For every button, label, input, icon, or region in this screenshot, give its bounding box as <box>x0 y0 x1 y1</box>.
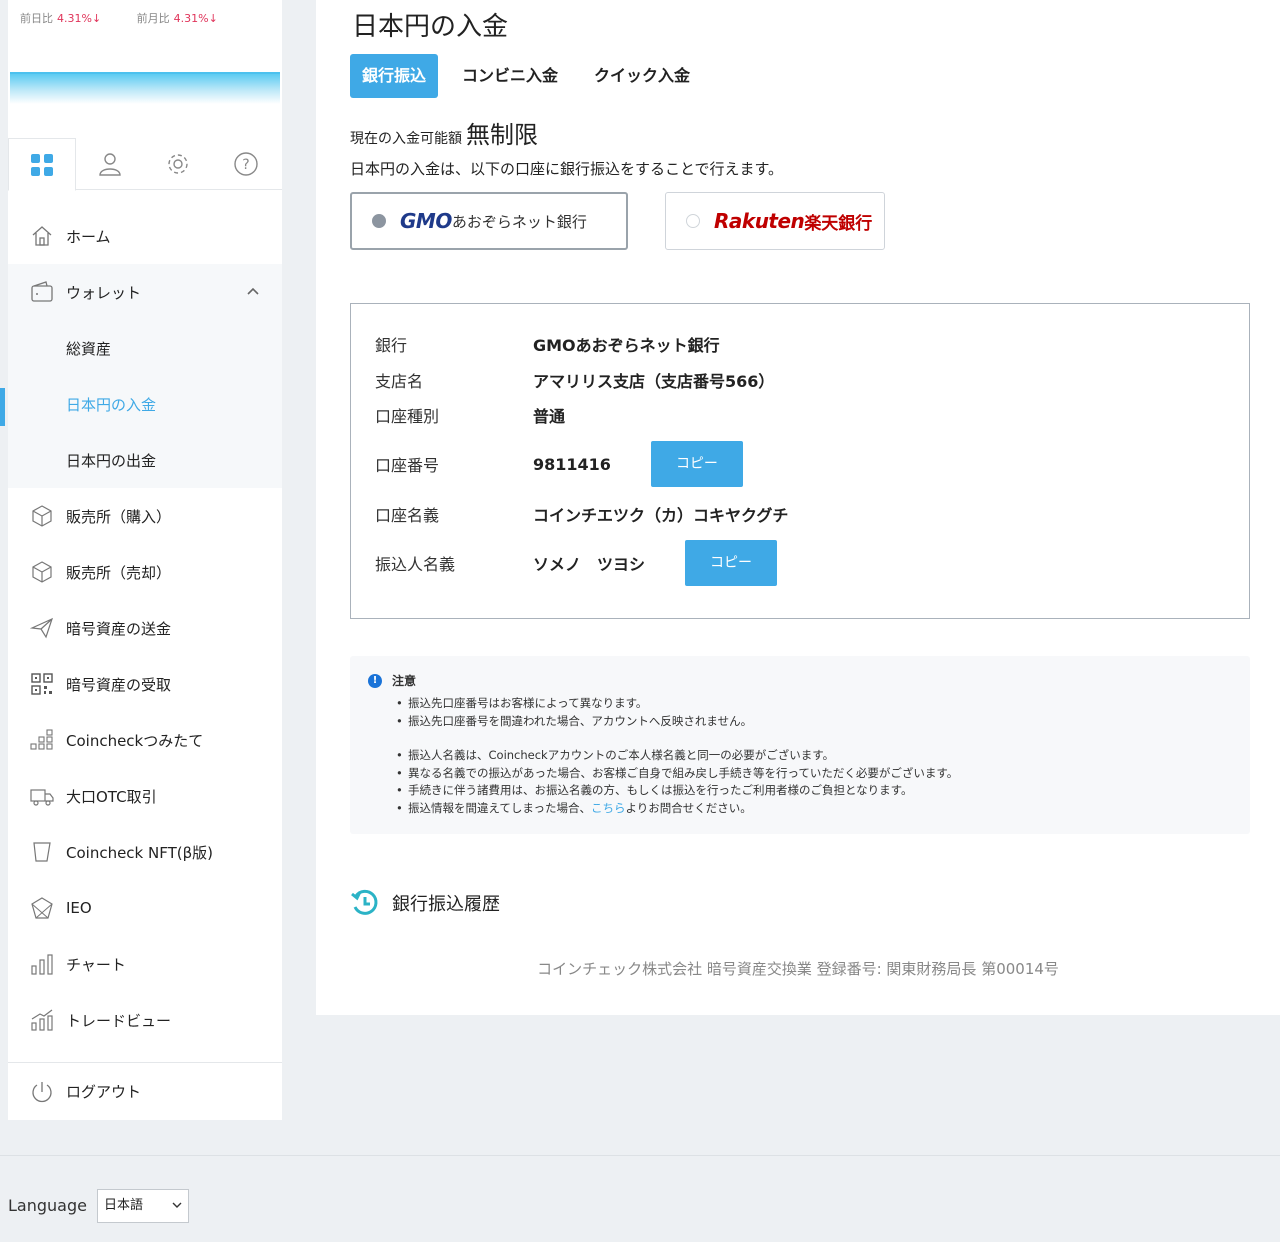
chevron-up-icon <box>247 287 259 295</box>
tab-account[interactable] <box>76 138 144 190</box>
sidebar-nav: ホーム ウォレット 総資産 日本円の入金 日本円の出金 販売所（購入） 販売所（… <box>0 208 282 1048</box>
truck-icon <box>30 789 54 806</box>
copy-account-number-button[interactable]: コピー <box>650 441 743 487</box>
cube-icon <box>32 561 52 583</box>
logout-button[interactable]: ログアウト <box>8 1062 282 1120</box>
notice-item: 振込人名義は、Coincheckアカウントのご本人様名義と同一の必要がございます… <box>396 747 1232 765</box>
tab-settings[interactable] <box>144 138 212 190</box>
sidebar-item-receive[interactable]: 暗号資産の受取 <box>8 656 282 712</box>
company-registration: コインチェック株式会社 暗号資産交換業 登録番号: 関東財務局長 第00014号 <box>537 960 1059 978</box>
bank-option-gmo[interactable]: GMO あおぞらネット銀行 <box>350 192 628 250</box>
cube-icon <box>32 505 52 527</box>
row-sender-name: 振込人名義 ソメノ ツヨシ コピー <box>375 540 778 586</box>
sidebar: 前日比 4.31%↓ 前月比 4.31%↓ ? ホーム ウォレット 総資産 日本円の… <box>0 0 282 1120</box>
main-content: 日本円の入金 銀行振込 コンビニ入金 クイック入金 現在の入金可能額 無制限 日本… <box>316 0 1280 1015</box>
notice-list-2: 振込人名義は、Coincheckアカウントのご本人様名義と同一の必要がございます… <box>368 747 1232 817</box>
trend-chart-icon <box>31 1009 53 1031</box>
gmo-logo: GMO <box>400 209 452 233</box>
ieo-icon <box>31 897 53 919</box>
home-icon <box>32 226 52 246</box>
row-account-holder: 口座名義 コインチエツク（カ）コキヤクグチ <box>375 506 789 525</box>
sidebar-item-tradeview[interactable]: トレードビュー <box>8 992 282 1048</box>
sidebar-item-otc[interactable]: 大口OTC取引 <box>8 768 282 824</box>
sidebar-item-tsumitate[interactable]: Coincheckつみたて <box>8 712 282 768</box>
bank-option-rakuten[interactable]: Rakuten 楽天銀行 <box>665 192 885 250</box>
sidebar-item-ieo[interactable]: IEO <box>8 880 282 936</box>
notice-item: 振込先口座番号はお客様によって異なります。 <box>396 695 1232 713</box>
sidebar-item-send[interactable]: 暗号資産の送金 <box>8 600 282 656</box>
notice-heading: ! 注意 <box>368 672 1232 689</box>
tab-bank-transfer[interactable]: 銀行振込 <box>350 54 439 98</box>
notice-list-1: 振込先口座番号はお客様によって異なります。 振込先口座番号を間違われた場合、アカ… <box>368 695 1232 730</box>
notice-item: 手続きに伴う諸費用は、お振込名義の方、もしくは振込を行ったご利用者様のご負担とな… <box>396 782 1232 800</box>
sidebar-item-nft[interactable]: Coincheck NFT(β版) <box>8 824 282 880</box>
notice-item: 異なる名義での振込があった場合、お客様ご自身で組み戻し手続き等を行っていただく必… <box>396 765 1232 783</box>
sidebar-item-sell[interactable]: 販売所（売却） <box>8 544 282 600</box>
bank-transfer-history-link[interactable]: 銀行振込履歴 <box>350 888 500 918</box>
info-icon: ! <box>368 673 382 688</box>
copy-sender-name-button[interactable]: コピー <box>685 540 778 586</box>
bar-chart-icon <box>31 954 53 975</box>
notice-item: 振込情報を間違えてしまった場合、こちらよりお問合せください。 <box>396 800 1232 818</box>
history-icon <box>351 889 378 915</box>
svg-text:?: ? <box>242 157 249 173</box>
tab-quick-deposit[interactable]: クイック入金 <box>582 54 702 98</box>
sidebar-item-total-assets[interactable]: 総資産 <box>8 320 282 376</box>
tab-convenience-store[interactable]: コンビニ入金 <box>450 54 570 98</box>
row-bank: 銀行 GMOあおぞらネット銀行 <box>375 336 720 355</box>
chevron-down-icon <box>172 1202 182 1208</box>
sidebar-icon-tabs: ? <box>8 138 282 191</box>
coin-stack-icon <box>30 729 53 750</box>
row-branch: 支店名 アマリリス支店（支店番号566） <box>375 372 775 391</box>
nft-card-icon <box>33 842 51 862</box>
row-account-number: 口座番号 9811416 コピー <box>375 441 743 487</box>
sidebar-item-jpy-deposit[interactable]: 日本円の入金 <box>0 376 282 432</box>
page-title: 日本円の入金 <box>352 12 509 42</box>
row-account-type: 口座種別 普通 <box>375 407 566 426</box>
mini-chart <box>10 72 280 104</box>
radio-selected[interactable] <box>372 214 386 228</box>
radio-unselected[interactable] <box>686 214 700 228</box>
tab-help[interactable]: ? <box>212 138 280 190</box>
rakuten-logo: Rakuten <box>714 209 805 233</box>
daily-change: 前日比 4.31%↓ <box>20 12 102 25</box>
user-icon <box>99 153 121 176</box>
account-info-box: 銀行 GMOあおぞらネット銀行 支店名 アマリリス支店（支店番号566） 口座種… <box>350 303 1250 619</box>
language-select[interactable]: 日本語 <box>97 1189 189 1223</box>
tab-dashboard[interactable] <box>8 138 76 191</box>
sidebar-item-buy[interactable]: 販売所（購入） <box>8 488 282 544</box>
qr-code-icon <box>31 673 53 695</box>
contact-link[interactable]: こちら <box>591 801 626 815</box>
sidebar-item-jpy-withdraw[interactable]: 日本円の出金 <box>8 432 282 488</box>
wallet-icon <box>31 281 53 302</box>
notice-item: 振込先口座番号を間違われた場合、アカウントへ反映されません。 <box>396 713 1232 731</box>
sidebar-item-home[interactable]: ホーム <box>8 208 282 264</box>
deposit-description: 日本円の入金は、以下の口座に銀行振込をすることで行えます。 <box>350 160 784 178</box>
price-stats: 前日比 4.31%↓ 前月比 4.31%↓ <box>20 10 250 26</box>
language-bar: Language 日本語 <box>0 1155 1280 1242</box>
monthly-change: 前月比 4.31%↓ <box>136 12 218 25</box>
deposit-limit: 現在の入金可能額 無制限 <box>350 121 538 149</box>
sidebar-item-wallet[interactable]: ウォレット <box>8 264 282 320</box>
gear-icon <box>168 154 188 174</box>
language-label: Language <box>8 1196 87 1215</box>
power-icon <box>32 1081 52 1102</box>
help-icon: ? <box>234 152 258 176</box>
deposit-method-tabs: 銀行振込 コンビニ入金 クイック入金 <box>350 54 714 98</box>
paper-plane-icon <box>30 617 54 639</box>
notice-box: ! 注意 振込先口座番号はお客様によって異なります。 振込先口座番号を間違われた… <box>350 656 1250 834</box>
dashboard-icon <box>31 153 53 176</box>
sidebar-item-chart[interactable]: チャート <box>8 936 282 992</box>
